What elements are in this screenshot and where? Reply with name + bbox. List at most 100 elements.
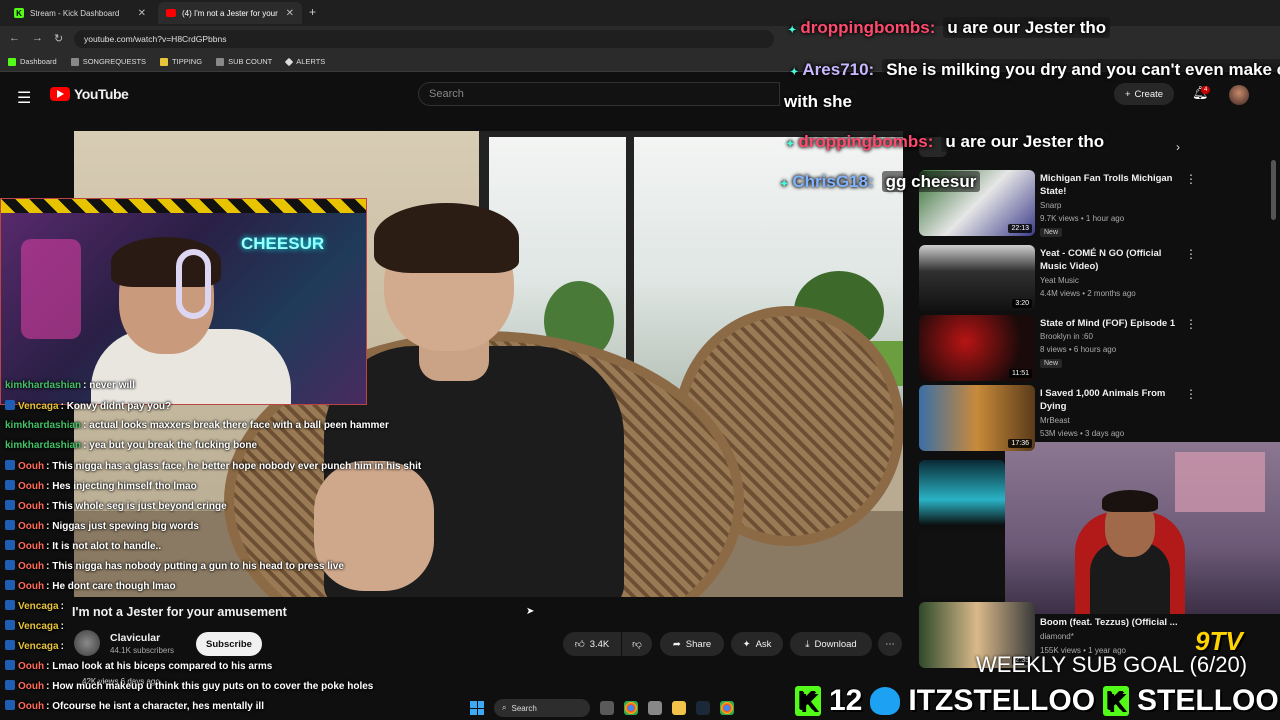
bookmark-label: Dashboard: [20, 57, 57, 66]
share-label: Share: [685, 638, 712, 650]
bookmark-songrequests[interactable]: SONGREQUESTS: [70, 57, 146, 66]
new-tab-icon[interactable]: +: [309, 5, 316, 19]
recommendation-item[interactable]: [919, 460, 1269, 526]
taskbar-search[interactable]: ⌕ Search: [494, 699, 590, 717]
video-title[interactable]: Yeat - COMÉ N GO (Official Music Video): [1040, 247, 1180, 273]
recommendation-item[interactable]: 17:36 I Saved 1,000 Animals From Dying M…: [919, 385, 1269, 451]
channel-name[interactable]: Clavicular: [110, 632, 160, 644]
chat-text: : Lmao look at his biceps compared to hi…: [46, 661, 273, 672]
chevron-right-icon[interactable]: ›: [1176, 140, 1180, 154]
recommendation-item[interactable]: [919, 531, 1269, 597]
close-icon[interactable]: ✕: [286, 8, 294, 19]
bookmark-alerts[interactable]: ALERTS: [284, 57, 326, 66]
recommendation-item[interactable]: 11:51 State of Mind (FOF) Episode 1 Broo…: [919, 315, 1269, 381]
video-thumbnail[interactable]: [919, 460, 1005, 526]
folder-icon[interactable]: [672, 701, 686, 715]
video-thumbnail[interactable]: 22:13: [919, 170, 1035, 236]
tab-label: Stream - Kick Dashboard: [30, 8, 120, 18]
bookmark-icon: [216, 57, 225, 66]
bookmark-label: TIPPING: [172, 57, 203, 66]
chat-username: Oouh: [18, 701, 45, 712]
create-button[interactable]: + Create: [1114, 83, 1174, 105]
avatar[interactable]: [1229, 85, 1249, 105]
bookmark-tipping[interactable]: TIPPING: [160, 57, 202, 66]
chat-message: Vencaga:: [5, 600, 64, 612]
windows-taskbar: ⌕ Search: [470, 696, 790, 720]
back-icon[interactable]: ←: [9, 32, 20, 44]
download-icon: ⤓: [805, 638, 810, 650]
youtube-play-icon: [50, 87, 70, 101]
steam-icon[interactable]: [696, 701, 710, 715]
video-thumbnail[interactable]: [919, 531, 1005, 597]
bookmark-sub-count[interactable]: SUB COUNT: [216, 57, 272, 66]
chat-text: : How much makeup u think this guy puts …: [46, 681, 374, 692]
video-title[interactable]: State of Mind (FOF) Episode 1: [1040, 317, 1180, 330]
bookmark-label: ALERTS: [296, 57, 326, 66]
bookmark-label: SUB COUNT: [228, 57, 273, 66]
more-vert-icon[interactable]: ⋮: [1185, 172, 1197, 186]
logo-text: YouTube: [74, 86, 129, 102]
tab-youtube-video[interactable]: (4) I'm not a Jester for your ✕: [158, 2, 302, 24]
chat-badge-icon: [5, 400, 15, 410]
chat-message: Oouh: He dont care though lmao: [5, 580, 176, 592]
chat-badge-icon: [5, 520, 15, 530]
more-actions-button[interactable]: ⋯: [878, 632, 902, 656]
share-button[interactable]: ➦ Share: [660, 632, 724, 656]
youtube-logo[interactable]: YouTube: [50, 86, 129, 102]
twitter-icon: [870, 687, 901, 715]
search-input[interactable]: Search: [418, 82, 780, 106]
chat-badge-icon: [5, 620, 15, 630]
kick-icon: K: [795, 686, 821, 716]
dislike-button[interactable]: 👎︎: [622, 632, 652, 656]
video-thumbnail[interactable]: 17:36: [919, 385, 1035, 451]
forward-icon[interactable]: →: [32, 32, 43, 44]
windows-start-icon[interactable]: [470, 701, 484, 715]
menu-icon[interactable]: ☰: [17, 88, 31, 108]
chrome-icon[interactable]: [720, 701, 734, 715]
channel-name[interactable]: Yeat Music: [1040, 276, 1079, 285]
chat-username: Vencaga: [18, 641, 59, 652]
video-meta: 9.7K views • 1 hour ago: [1040, 214, 1125, 223]
chat-badge-icon: [5, 460, 15, 470]
viewer-count: 12: [829, 684, 863, 717]
video-title[interactable]: I Saved 1,000 Animals From Dying: [1040, 387, 1180, 413]
channel-name[interactable]: MrBeast: [1040, 416, 1070, 425]
channel-name[interactable]: Snarp: [1040, 201, 1061, 210]
twitter-handle: ITZSTELLOO: [908, 684, 1096, 717]
scrollbar[interactable]: [1271, 160, 1276, 220]
video-title[interactable]: Boom (feat. Tezzus) (Official ...: [1040, 616, 1180, 629]
channel-name[interactable]: diamond*: [1040, 632, 1074, 641]
new-badge: New: [1040, 228, 1063, 237]
recommendation-item[interactable]: 22:13 Michigan Fan Trolls Michigan State…: [919, 170, 1269, 237]
channel-name[interactable]: Brooklyn in :60: [1040, 332, 1093, 341]
chat-message: Oouh: This whole seg is just beyond crin…: [5, 500, 227, 512]
download-button[interactable]: ⤓ Download: [790, 632, 872, 656]
app-icon[interactable]: [600, 701, 614, 715]
recommendation-item[interactable]: 3:20 Yeat - COMÉ N GO (Official Music Vi…: [919, 245, 1269, 311]
subscribe-button[interactable]: Subscribe: [196, 632, 262, 656]
video-title[interactable]: Michigan Fan Trolls Michigan State!: [1040, 172, 1180, 198]
bookmark-dashboard[interactable]: Dashboard: [8, 57, 57, 66]
reload-icon[interactable]: ↻: [54, 32, 63, 45]
channel-avatar[interactable]: [74, 630, 100, 656]
browser-tab-bar: K Stream - Kick Dashboard ✕ (4) I'm not …: [0, 0, 1280, 26]
mouse-cursor-icon: ➤: [526, 606, 535, 617]
video-thumbnail[interactable]: 11:51: [919, 315, 1035, 381]
taskbar-search-label: Search: [511, 703, 537, 713]
chat-username: Vencaga: [18, 401, 59, 412]
video-thumbnail[interactable]: 3:20: [919, 245, 1035, 311]
close-icon[interactable]: ✕: [138, 8, 146, 19]
chrome-icon[interactable]: [624, 701, 638, 715]
like-button[interactable]: 👍︎ 3.4K: [563, 632, 621, 656]
url-input[interactable]: youtube.com/watch?v=H8CrdGPbbns: [74, 30, 774, 48]
chip-all[interactable]: [919, 137, 947, 157]
tab-kick-dashboard[interactable]: K Stream - Kick Dashboard ✕: [6, 2, 154, 24]
ask-button[interactable]: ✦ Ask: [731, 632, 783, 656]
more-vert-icon[interactable]: ⋮: [1185, 387, 1197, 401]
app-icon[interactable]: [648, 701, 662, 715]
bookmarks-bar: Dashboard SONGREQUESTS TIPPING SUB COUNT…: [0, 52, 1280, 72]
chat-message: Vencaga:: [5, 640, 64, 652]
more-horiz-icon: ⋯: [885, 638, 895, 650]
more-vert-icon[interactable]: ⋮: [1185, 247, 1197, 261]
more-vert-icon[interactable]: ⋮: [1185, 317, 1197, 331]
